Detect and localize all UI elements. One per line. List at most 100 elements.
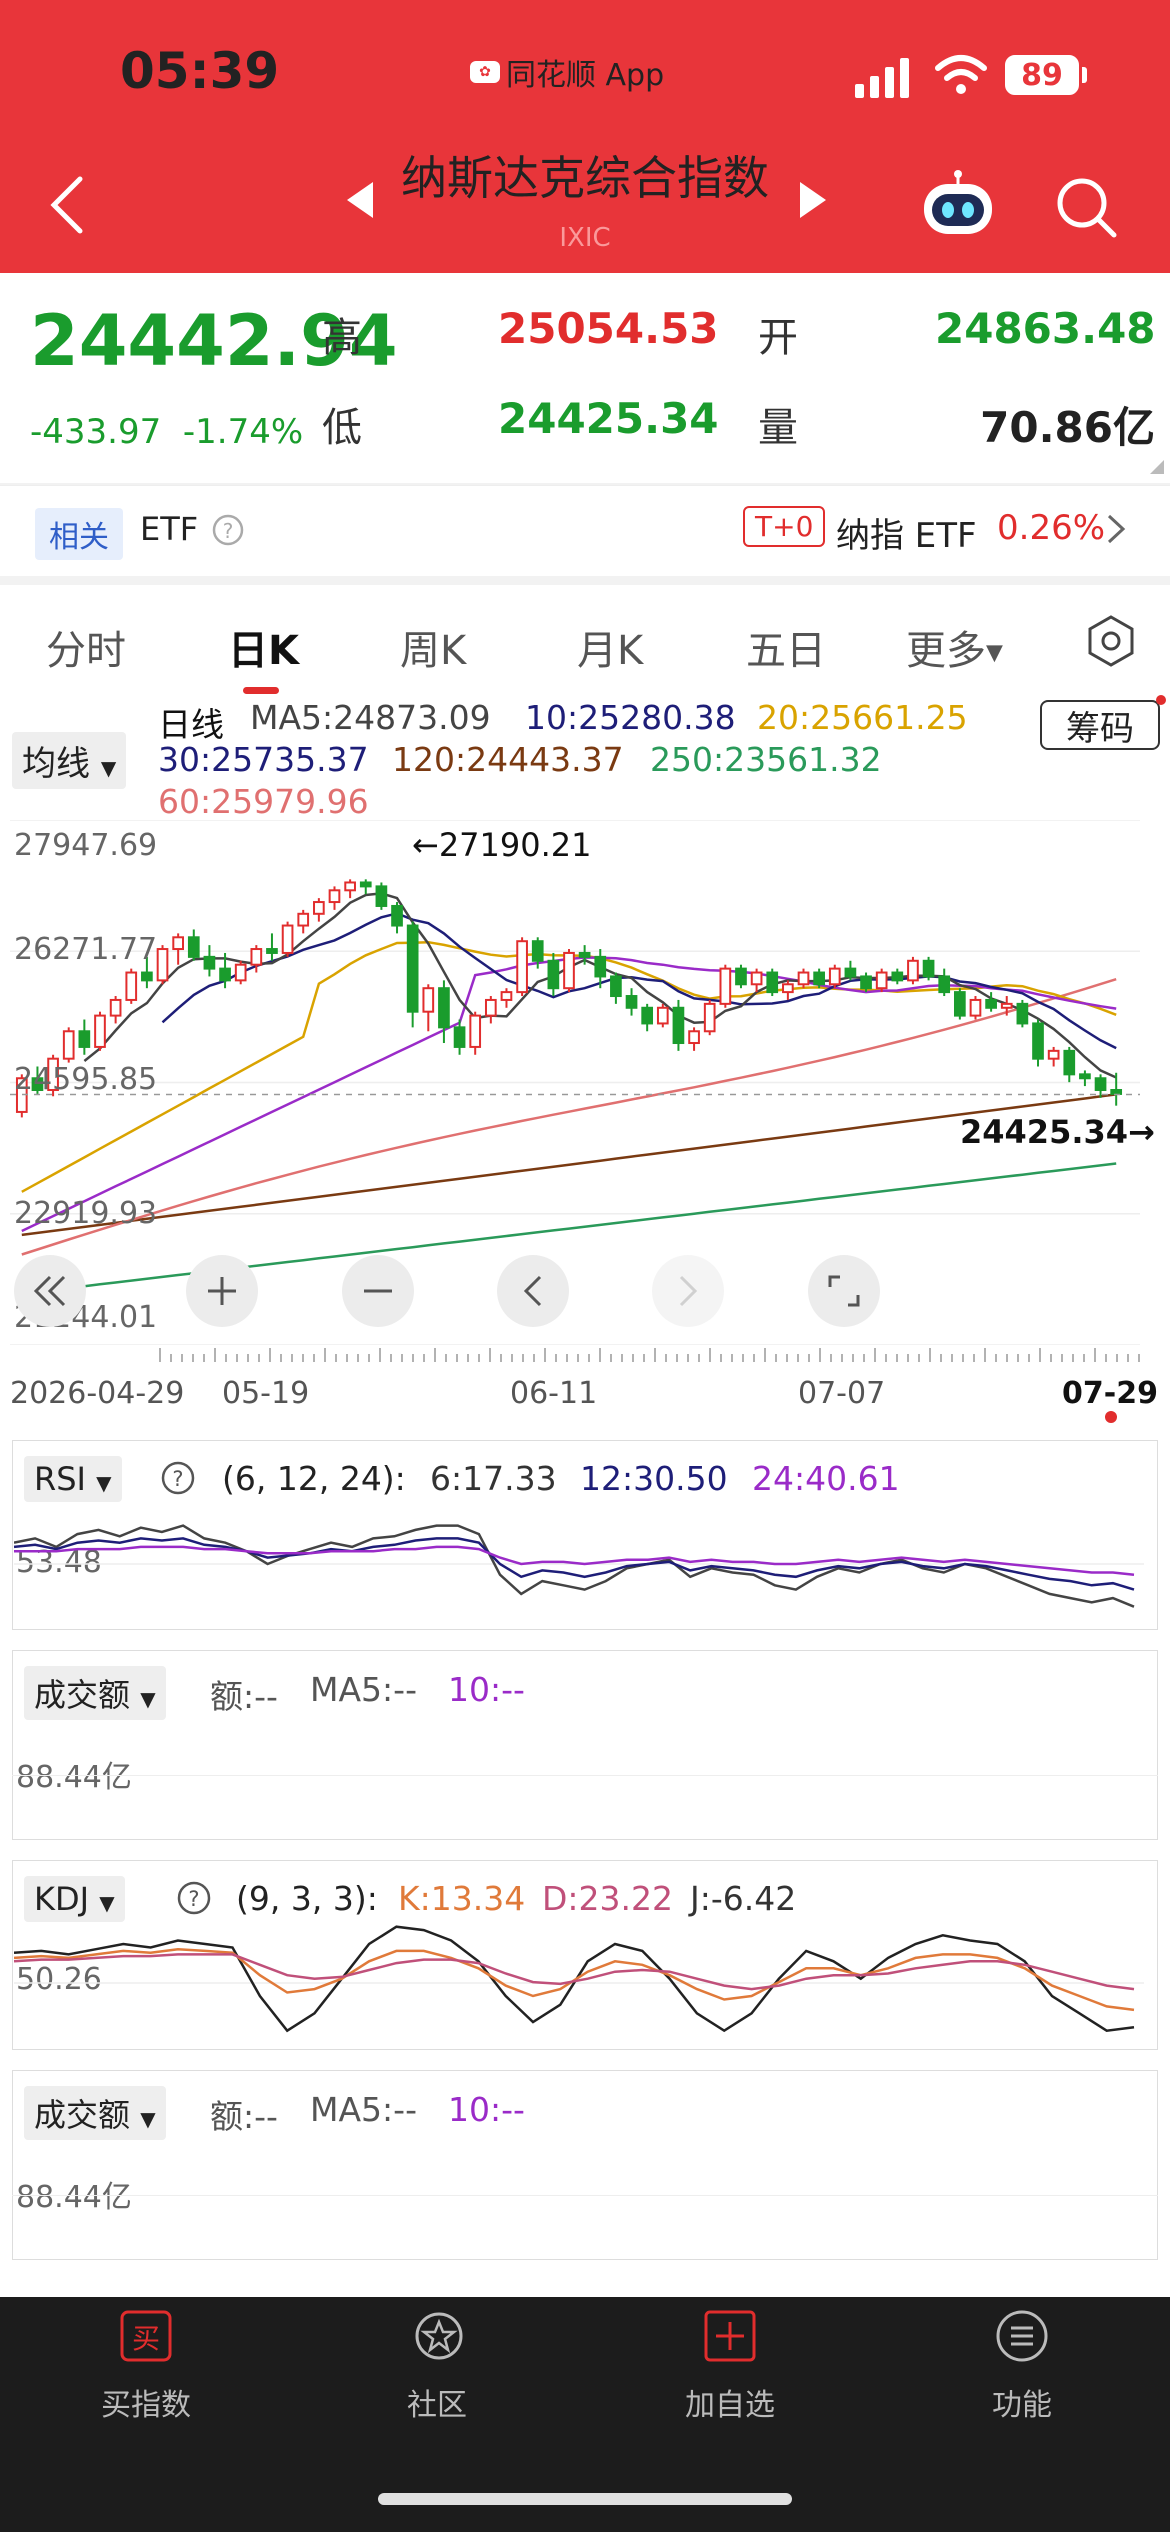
- rsi-selector[interactable]: RSI ▼: [24, 1456, 122, 1502]
- turnover-axis-label: 88.44亿: [16, 2180, 132, 2215]
- candle: [578, 951, 591, 958]
- caret-down-icon: ▼: [96, 1471, 112, 1495]
- ma-selector[interactable]: 均线 ▼: [12, 732, 127, 789]
- wifi-icon: [935, 55, 987, 94]
- app-badge-label: 同花顺 App: [506, 58, 665, 93]
- candle: [766, 971, 779, 994]
- tab-more[interactable]: 更多▼: [906, 618, 1003, 676]
- nav-buy-index[interactable]: 买 买指数: [46, 2308, 246, 2424]
- help-icon[interactable]: ?: [176, 1880, 212, 1916]
- ma5-value: MA5:24873.09: [250, 698, 491, 737]
- zoom-in-button[interactable]: [186, 1255, 258, 1327]
- ma250-line: [21, 1162, 1117, 1295]
- candle: [422, 987, 435, 1013]
- x-tick-label: 07-29: [1062, 1376, 1158, 1411]
- svg-text:?: ?: [188, 1887, 199, 1911]
- tab-monthly-k[interactable]: 月K: [577, 618, 643, 676]
- buy-icon: 买: [120, 2310, 172, 2362]
- step-left-button[interactable]: [497, 1255, 569, 1327]
- kdj-selector[interactable]: KDJ ▼: [24, 1876, 125, 1922]
- chevron-left-icon: [523, 1275, 542, 1307]
- turnover-ma5: MA5:--: [310, 2090, 417, 2129]
- x-tick-label: 05-19: [222, 1376, 310, 1411]
- fullscreen-icon: [828, 1275, 860, 1307]
- active-tab-underline: [243, 687, 279, 694]
- etf-label: ETF: [140, 510, 199, 548]
- candle: [1094, 1077, 1107, 1092]
- rsi24-value: 24:40.61: [752, 1459, 900, 1498]
- chevron-right-icon[interactable]: [1105, 512, 1127, 546]
- price-change: -433.97 -1.74%: [30, 412, 303, 452]
- candle: [1079, 1073, 1091, 1080]
- candle: [938, 975, 951, 994]
- candle: [94, 1014, 106, 1048]
- tab-intraday[interactable]: 分时: [46, 618, 126, 676]
- nav-functions[interactable]: 功能: [922, 2308, 1122, 2424]
- candle: [1063, 1049, 1076, 1076]
- svg-text:?: ?: [223, 519, 234, 543]
- open-label: 开: [758, 315, 798, 361]
- chips-button[interactable]: 筹码: [1040, 700, 1160, 750]
- status-time: 05:39: [120, 42, 280, 100]
- caret-down-icon: ▼: [100, 756, 117, 780]
- tab-daily-k[interactable]: 日K: [228, 618, 299, 676]
- app-badge[interactable]: ✿ 同花顺 App: [470, 50, 664, 94]
- high-annotation: ←27190.21: [412, 826, 592, 864]
- candle: [141, 971, 153, 982]
- candle: [125, 971, 138, 1001]
- candle: [484, 998, 497, 1017]
- candle: [1000, 1002, 1013, 1009]
- turnover-ma10: 10:--: [448, 2090, 525, 2129]
- search-icon[interactable]: [1054, 175, 1118, 239]
- ma250-value: 250:23561.32: [650, 740, 882, 779]
- caret-down-icon: ▼: [99, 1891, 115, 1915]
- step-right-button[interactable]: [652, 1255, 724, 1327]
- y-tick-label: 22919.93: [14, 1196, 158, 1231]
- expand-corner-icon[interactable]: [1150, 460, 1164, 474]
- turnover-selector[interactable]: 成交额 ▼: [24, 1666, 166, 1720]
- candlestick-chart[interactable]: [10, 820, 1158, 1345]
- back-arrow-icon[interactable]: [48, 175, 88, 235]
- fullscreen-button[interactable]: [808, 1255, 880, 1327]
- kdj-k-value: K:13.34: [398, 1879, 526, 1918]
- turnover-selector-2[interactable]: 成交额 ▼: [24, 2086, 166, 2140]
- home-indicator[interactable]: [378, 2493, 792, 2505]
- help-icon[interactable]: ?: [160, 1460, 196, 1496]
- candle: [62, 1030, 75, 1060]
- candle: [750, 971, 763, 986]
- add-watchlist-icon: [704, 2310, 756, 2362]
- nav-community-label: 社区: [407, 2388, 467, 2423]
- settings-hexagon-icon[interactable]: [1084, 614, 1138, 668]
- ma-selector-label: 均线: [22, 744, 90, 784]
- ma30-line: [21, 956, 1117, 1233]
- tab-weekly-k[interactable]: 周K: [400, 618, 466, 676]
- nav-add-watchlist[interactable]: 加自选: [630, 2308, 830, 2424]
- tab-five-day[interactable]: 五日: [746, 618, 826, 676]
- nav-community[interactable]: 社区: [337, 2308, 537, 2424]
- candle: [281, 924, 294, 954]
- low-value: 24425.34: [498, 394, 719, 443]
- candle: [1016, 1002, 1029, 1025]
- rsi6-value: 6:17.33: [430, 1459, 557, 1498]
- candle: [641, 1006, 654, 1025]
- candle: [656, 1006, 669, 1025]
- help-icon[interactable]: ?: [211, 513, 245, 547]
- volume-label: 量: [758, 405, 798, 451]
- turnover-ma10: 10:--: [448, 1670, 525, 1709]
- turnover-axis-label: 88.44亿: [16, 1760, 132, 1795]
- candle: [172, 936, 185, 951]
- scroll-left-button[interactable]: [14, 1255, 86, 1327]
- assistant-robot-icon[interactable]: [918, 170, 998, 240]
- caret-down-icon: ▼: [140, 2107, 156, 2131]
- candle: [375, 885, 388, 907]
- kdj-params: (9, 3, 3):: [236, 1879, 378, 1918]
- next-index-icon[interactable]: [798, 180, 828, 220]
- candle: [531, 940, 544, 962]
- candle: [328, 889, 341, 904]
- ma30-value: 30:25735.37: [158, 740, 369, 779]
- zoom-out-button[interactable]: [342, 1255, 414, 1327]
- double-chevron-left-icon: [33, 1275, 66, 1307]
- community-star-icon: [415, 2312, 463, 2360]
- svg-text:?: ?: [172, 1467, 183, 1491]
- etf-name[interactable]: 纳指 ETF: [836, 508, 977, 557]
